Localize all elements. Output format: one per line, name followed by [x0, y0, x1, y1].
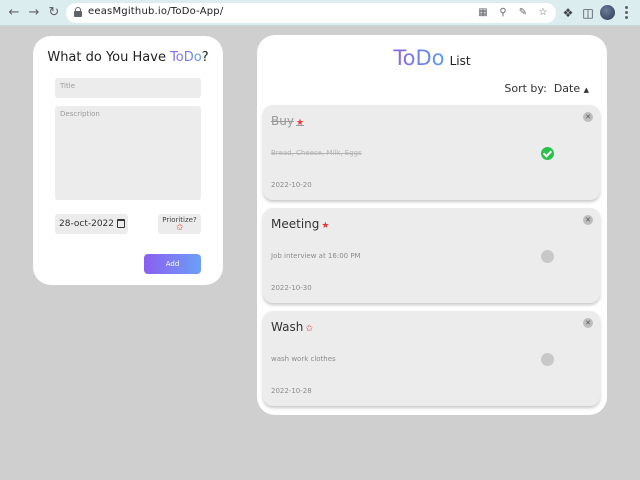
todo-item: Meeting ★ Job interview at 16:00 PM 2022-… — [263, 208, 600, 303]
form-heading-suffix: ? — [201, 50, 209, 65]
title-input[interactable]: Title — [55, 78, 201, 98]
todo-title: Buy ★ — [271, 114, 304, 128]
title-placeholder: Title — [60, 82, 76, 90]
sort-value[interactable]: Date — [554, 82, 580, 95]
todo-title-text: Wash — [271, 320, 304, 334]
lock-icon[interactable] — [74, 7, 82, 17]
form-heading: What do You Have ToDo? — [33, 50, 223, 65]
url-text[interactable]: eeasMgithub.io/ToDo-App/ — [88, 6, 223, 17]
back-arrow-icon[interactable]: ← — [6, 5, 22, 21]
sort-label: Sort by: — [504, 82, 547, 95]
sort-caret-up-icon[interactable]: ▲ — [584, 86, 589, 94]
incomplete-circle-icon[interactable] — [541, 250, 554, 263]
todo-description: wash work clothes — [271, 355, 336, 363]
todo-date: 2022-10-28 — [271, 387, 312, 395]
todo-description: Bread, Cheese, Milk, Eggs — [271, 149, 362, 157]
todo-date: 2022-10-20 — [271, 181, 312, 189]
delete-x-icon[interactable]: ✕ — [583, 318, 593, 328]
description-input[interactable]: Description — [55, 106, 201, 200]
todo-title: Wash ✩ — [271, 320, 313, 334]
add-todo-card: What do You Have ToDo? Title Description… — [33, 36, 223, 285]
list-title: ToDo List — [257, 46, 607, 70]
todo-list-card: ToDo List Sort by: Date ▲ Buy ★ Bread, Ch… — [257, 35, 607, 415]
add-button[interactable]: Add — [144, 254, 201, 274]
calendar-icon[interactable] — [117, 219, 125, 228]
priority-star-filled-icon[interactable]: ★ — [296, 118, 304, 128]
reload-icon[interactable]: ↻ — [46, 5, 62, 21]
todo-date: 2022-10-30 — [271, 284, 312, 292]
extensions-icon[interactable]: ❖ — [560, 5, 576, 21]
todo-description: Job interview at 16:00 PM — [271, 252, 361, 260]
priority-star-filled-icon[interactable]: ★ — [321, 221, 329, 231]
priority-star-outline-icon[interactable]: ✩ — [305, 324, 313, 334]
browser-toolbar: ← → ↻ eeasMgithub.io/ToDo-App/ ▦ ⚲ ✎ ☆ ❖… — [0, 0, 640, 26]
address-bar[interactable]: eeasMgithub.io/ToDo-App/ ▦ ⚲ ✎ ☆ — [66, 3, 556, 23]
incomplete-circle-icon[interactable] — [541, 353, 554, 366]
zoom-icon[interactable]: ⚲ — [496, 6, 510, 20]
priority-star-outline-icon[interactable]: ✩ — [176, 223, 184, 233]
todo-title-text: Meeting — [271, 217, 320, 231]
delete-x-icon[interactable]: ✕ — [583, 112, 593, 122]
prioritize-toggle[interactable]: Prioritize? ✩ — [158, 214, 201, 234]
todo-item: Wash ✩ wash work clothes 2022-10-28 ✕ — [263, 311, 600, 406]
date-input[interactable]: 28-oct-2022 — [55, 214, 128, 234]
edit-icon[interactable]: ✎ — [516, 6, 530, 20]
completed-check-icon[interactable] — [541, 147, 554, 160]
list-title-big: ToDo — [393, 46, 445, 70]
sort-control[interactable]: Sort by: Date ▲ — [504, 82, 589, 95]
todo-title: Meeting ★ — [271, 217, 329, 231]
form-heading-accent: ToDo — [170, 50, 202, 65]
todo-item: Buy ★ Bread, Cheese, Milk, Eggs 2022-10-2… — [263, 105, 600, 200]
menu-dots-icon[interactable] — [623, 5, 629, 21]
translate-icon[interactable]: ▦ — [476, 6, 490, 20]
list-title-small: List — [449, 54, 471, 68]
date-value: 28-oct-2022 — [59, 219, 115, 229]
side-panel-icon[interactable]: ◫ — [580, 5, 596, 21]
forward-arrow-icon[interactable]: → — [26, 5, 42, 21]
todo-title-text: Buy — [271, 114, 294, 128]
delete-x-icon[interactable]: ✕ — [583, 215, 593, 225]
profile-avatar[interactable] — [600, 5, 615, 20]
bookmark-star-icon[interactable]: ☆ — [536, 6, 550, 20]
description-placeholder: Description — [60, 110, 100, 118]
form-heading-prefix: What do You Have — [47, 50, 171, 65]
